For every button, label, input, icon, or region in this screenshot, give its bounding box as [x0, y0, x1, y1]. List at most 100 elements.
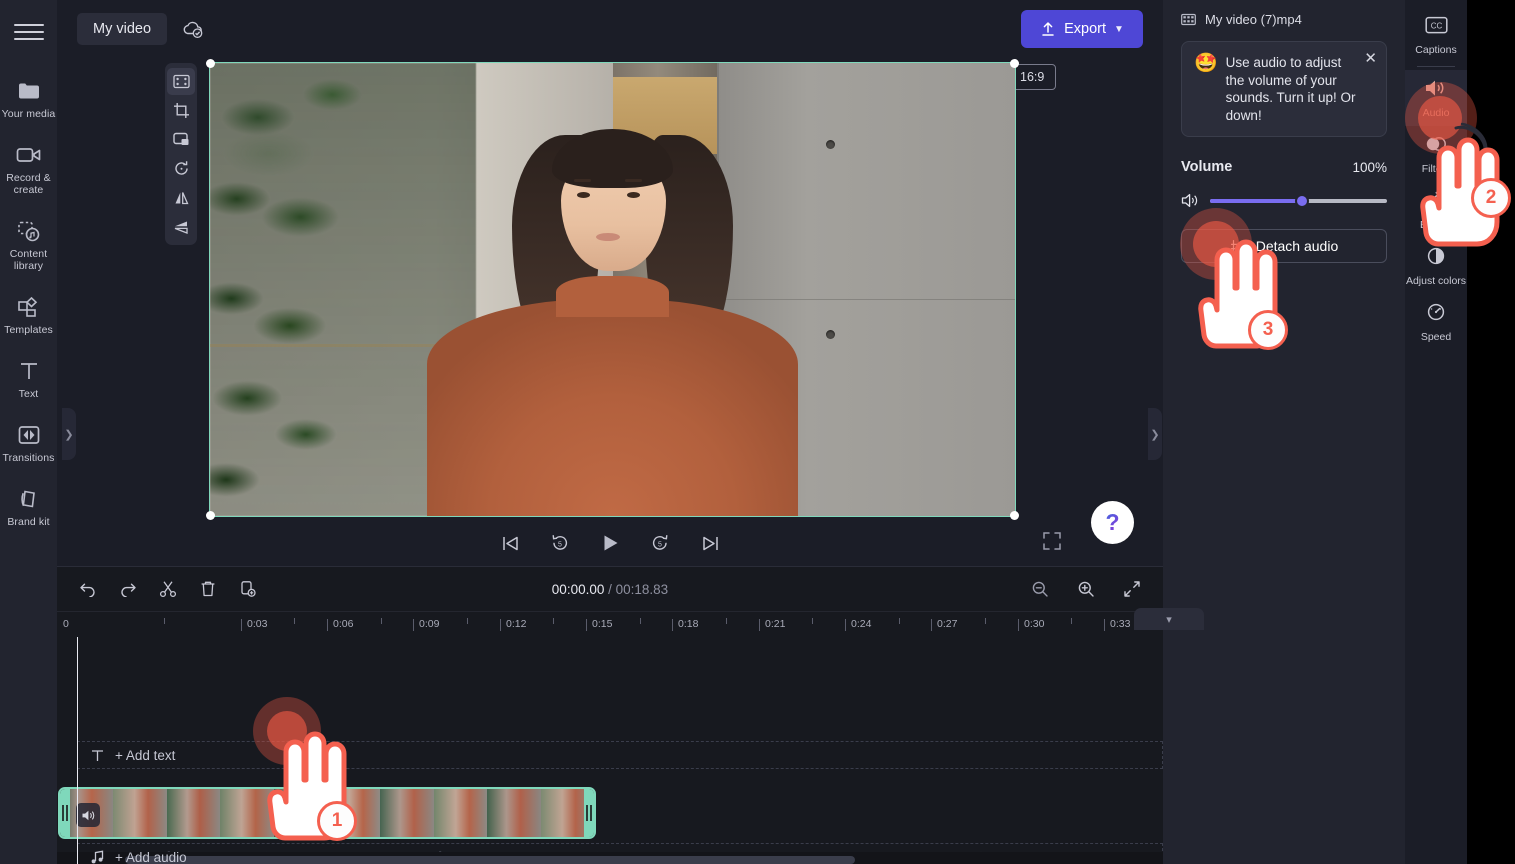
skip-to-start-icon[interactable]	[497, 530, 523, 556]
fullscreen-icon[interactable]	[1042, 531, 1066, 555]
sidebar-item-text[interactable]: Text	[0, 354, 57, 404]
sidebar-label: Record & create	[6, 172, 51, 196]
content-library-icon	[16, 218, 42, 244]
right-rail-label: Effects	[1420, 219, 1452, 231]
sidebar-label: Transitions	[2, 452, 55, 464]
current-time: 00:00.00	[551, 581, 605, 597]
volume-label: Volume	[1181, 159, 1233, 175]
clip-trim-handle-left[interactable]	[60, 789, 70, 837]
text-track-add[interactable]: + Add text	[77, 741, 1163, 769]
split-icon[interactable]	[153, 574, 183, 604]
resize-handle-top-left[interactable]	[206, 59, 215, 68]
coachmark-tip-card: 🤩 Use audio to adjust the volume of your…	[1181, 41, 1387, 137]
export-button[interactable]: Export ▼	[1021, 10, 1143, 48]
top-bar: My video Export ▼	[57, 0, 1163, 58]
close-icon[interactable]: ✕	[1364, 51, 1377, 66]
effects-icon	[1424, 190, 1448, 215]
volume-slider-row	[1181, 192, 1387, 209]
right-tool-rail: CC Captions Audio Filters Effects Adjust…	[1405, 0, 1467, 864]
right-rail-label: Adjust colors	[1405, 275, 1467, 287]
zoom-in-icon[interactable]	[1071, 574, 1101, 604]
film-strip-icon	[1181, 13, 1196, 26]
total-time: 00:18.83	[615, 581, 669, 597]
resize-handle-bottom-right[interactable]	[1010, 511, 1019, 520]
collapse-properties-chevron-icon[interactable]: ❯	[1148, 408, 1162, 460]
sidebar-item-brand-kit[interactable]: Brand kit	[0, 482, 57, 532]
detach-audio-icon	[1230, 239, 1246, 253]
svg-text:5: 5	[558, 542, 562, 549]
zoom-out-icon[interactable]	[1025, 574, 1055, 604]
volume-slider-knob[interactable]	[1295, 193, 1310, 208]
ruler-tick: 0:33	[1110, 618, 1131, 630]
picture-in-picture-icon[interactable]	[167, 126, 195, 153]
collapse-preview-chevron-icon[interactable]: ▾	[1134, 608, 1204, 630]
sidebar-item-record-create[interactable]: Record & create	[0, 138, 57, 200]
clip-trim-handle-right[interactable]	[584, 789, 594, 837]
timeline-playhead[interactable]	[77, 637, 78, 864]
clip-volume-icon[interactable]	[76, 803, 100, 827]
clip-thumbnails	[60, 789, 594, 837]
cloud-saved-icon[interactable]	[181, 19, 205, 39]
playback-controls: 5 5	[57, 520, 1163, 566]
right-rail-speed[interactable]: Speed	[1405, 294, 1467, 350]
right-rail-filters[interactable]: Filters	[1405, 126, 1467, 182]
right-rail-label: Speed	[1420, 331, 1452, 343]
export-label: Export	[1064, 21, 1106, 37]
video-preview[interactable]	[209, 62, 1016, 517]
right-rail-label: Filters	[1421, 163, 1451, 175]
detach-audio-button[interactable]: Detach audio	[1181, 229, 1387, 263]
detach-audio-label: Detach audio	[1255, 238, 1339, 254]
menu-hamburger-icon[interactable]	[13, 20, 44, 44]
sidebar-item-content-library[interactable]: Content library	[0, 214, 57, 276]
timeline: 00:00.00 / 00:18.83 0 0:03 0:06 0:09 0:1…	[57, 566, 1163, 864]
right-rail-effects[interactable]: Effects	[1405, 182, 1467, 238]
resize-handle-bottom-left[interactable]	[206, 511, 215, 520]
crop-icon[interactable]	[167, 97, 195, 124]
filters-icon	[1424, 134, 1448, 159]
volume-slider[interactable]	[1210, 193, 1387, 208]
ruler-tick: 0:06	[333, 618, 354, 630]
rewind-5-seconds-icon[interactable]: 5	[547, 530, 573, 556]
help-label: ?	[1105, 509, 1120, 535]
time-separator: /	[604, 581, 616, 597]
flip-horizontal-icon[interactable]	[167, 184, 195, 211]
play-button[interactable]	[597, 530, 623, 556]
duplicate-icon[interactable]	[233, 574, 263, 604]
ruler-tick: 0:27	[937, 618, 958, 630]
timeline-video-clip[interactable]	[58, 787, 596, 839]
redo-icon[interactable]	[113, 574, 143, 604]
fit-timeline-icon[interactable]	[1117, 574, 1147, 604]
timeline-scrollbar-thumb[interactable]	[125, 856, 855, 864]
expand-left-panel-chevron-icon[interactable]: ❯	[62, 408, 76, 460]
right-rail-adjust-colors[interactable]: Adjust colors	[1405, 238, 1467, 294]
video-camera-icon	[16, 142, 42, 168]
right-rail-audio[interactable]: Audio	[1405, 70, 1467, 126]
undo-icon[interactable]	[73, 574, 103, 604]
timeline-scrollbar-track[interactable]	[57, 852, 1163, 864]
sidebar-label: Text	[18, 388, 39, 400]
fit-to-frame-icon[interactable]	[167, 68, 195, 95]
help-button[interactable]: ?	[1091, 501, 1134, 544]
right-rail-captions[interactable]: CC Captions	[1405, 8, 1467, 63]
ruler-tick: 0:18	[678, 618, 699, 630]
rotate-icon[interactable]	[167, 155, 195, 182]
delete-icon[interactable]	[193, 574, 223, 604]
sidebar-item-transitions[interactable]: Transitions	[0, 418, 57, 468]
properties-panel: My video (7)mp4 🤩 Use audio to adjust th…	[1163, 0, 1405, 864]
transitions-icon	[16, 422, 42, 448]
sidebar-label: Content library	[9, 248, 48, 272]
timeline-ruler[interactable]: 0 0:03 0:06 0:09 0:12 0:15 0:18 0:21 0:2…	[57, 611, 1163, 637]
project-title[interactable]: My video	[77, 13, 168, 45]
ruler-tick: 0	[63, 618, 69, 630]
chevron-down-icon: ▼	[1114, 23, 1124, 35]
resize-handle-top-right[interactable]	[1010, 59, 1019, 68]
sidebar-item-templates[interactable]: Templates	[0, 290, 57, 340]
adjust-colors-icon	[1425, 246, 1447, 271]
skip-to-end-icon[interactable]	[697, 530, 723, 556]
star-struck-emoji-icon: 🤩	[1194, 53, 1218, 74]
speed-icon	[1425, 302, 1447, 327]
flip-vertical-icon[interactable]	[167, 213, 195, 240]
sidebar-item-your-media[interactable]: Your media	[0, 74, 57, 124]
left-sidebar: Your media Record & create Content libra…	[0, 0, 57, 864]
forward-5-seconds-icon[interactable]: 5	[647, 530, 673, 556]
